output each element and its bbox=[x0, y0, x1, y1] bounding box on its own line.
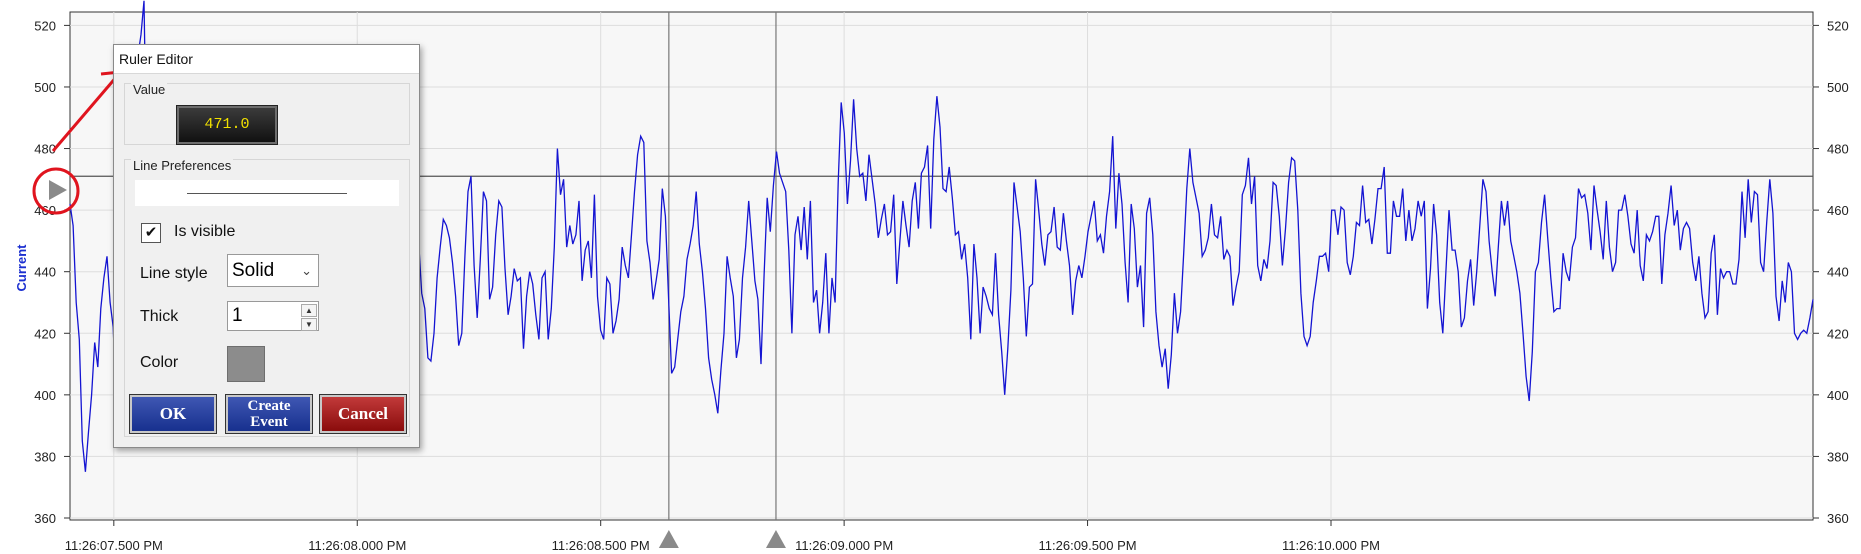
value-group: Value 471.0 bbox=[124, 82, 410, 145]
y-tick-label-left: 500 bbox=[34, 80, 56, 95]
y-tick-label-right: 460 bbox=[1827, 203, 1849, 218]
y-tick-label-left: 420 bbox=[34, 326, 56, 341]
thick-label: Thick bbox=[140, 308, 179, 325]
y-tick-label-right: 380 bbox=[1827, 449, 1849, 464]
ok-button[interactable]: OK bbox=[129, 394, 217, 434]
thick-stepper[interactable]: 1 ▲ ▼ bbox=[227, 301, 319, 331]
ruler-editor-dialog: Ruler Editor Value 471.0 Line Preference… bbox=[113, 44, 420, 448]
y-tick-label-right: 360 bbox=[1827, 511, 1849, 526]
y-tick-label-left: 400 bbox=[34, 388, 56, 403]
line-preview bbox=[135, 180, 399, 206]
value-display: 471.0 bbox=[176, 105, 278, 145]
y-axis-title: Current bbox=[14, 244, 29, 292]
thick-value[interactable]: 1 bbox=[232, 305, 243, 326]
spin-up-icon[interactable]: ▲ bbox=[301, 304, 317, 317]
y-tick-label-right: 500 bbox=[1827, 80, 1849, 95]
y-tick-label-right: 400 bbox=[1827, 388, 1849, 403]
y-axis-right: 360 380 400 420 440 460 480 500 520 bbox=[1813, 18, 1849, 526]
y-tick-label-left: 520 bbox=[34, 18, 56, 33]
cancel-button[interactable]: Cancel bbox=[319, 394, 407, 434]
y-tick-label-right: 420 bbox=[1827, 326, 1849, 341]
is-visible-label: Is visible bbox=[174, 223, 236, 240]
vertical-marker-triangle-icon bbox=[765, 530, 786, 548]
chevron-down-icon[interactable]: ⌄ bbox=[301, 255, 312, 286]
x-tick-label: 11:26:08.000 PM bbox=[308, 538, 406, 553]
line-style-value: Solid bbox=[232, 260, 275, 281]
y-tick-label-left: 360 bbox=[34, 511, 56, 526]
x-tick-label: 11:26:07.500 PM bbox=[65, 538, 163, 553]
x-tick-label: 11:26:09.000 PM bbox=[795, 538, 893, 553]
x-tick-label: 11:26:09.500 PM bbox=[1039, 538, 1137, 553]
x-axis: 11:26:07.500 PM 11:26:08.000 PM 11:26:08.5… bbox=[65, 520, 1380, 553]
color-swatch[interactable] bbox=[227, 346, 265, 382]
create-event-button[interactable]: Create Event bbox=[225, 394, 313, 434]
line-style-label: Line style bbox=[140, 265, 208, 282]
x-tick-label: 11:26:10.000 PM bbox=[1282, 538, 1380, 553]
y-tick-label-left: 380 bbox=[34, 449, 56, 464]
line-style-select[interactable]: Solid ⌄ bbox=[227, 254, 319, 287]
y-axis-left: 360380400420440460480500520 bbox=[34, 18, 70, 526]
y-tick-label-right: 480 bbox=[1827, 142, 1849, 157]
create-event-label-line2: Event bbox=[250, 414, 288, 430]
spin-down-icon[interactable]: ▼ bbox=[301, 318, 317, 331]
color-label: Color bbox=[140, 354, 179, 371]
ruler-handle[interactable] bbox=[49, 180, 67, 200]
value-group-label: Value bbox=[131, 82, 168, 97]
x-tick-label: 11:26:08.500 PM bbox=[552, 538, 650, 553]
vertical-marker-triangle-icon bbox=[658, 530, 679, 548]
is-visible-checkbox[interactable]: ✔ bbox=[141, 223, 161, 243]
y-tick-label-right: 440 bbox=[1827, 265, 1849, 280]
y-tick-label-left: 440 bbox=[34, 265, 56, 280]
create-event-label-line1: Create bbox=[247, 398, 291, 414]
cancel-button-label: Cancel bbox=[337, 404, 389, 423]
y-tick-label-right: 520 bbox=[1827, 18, 1849, 33]
ruler-handle-triangle-icon[interactable] bbox=[49, 180, 67, 200]
dialog-title: Ruler Editor bbox=[114, 45, 419, 74]
ok-button-label: OK bbox=[159, 404, 187, 423]
line-preferences-label: Line Preferences bbox=[131, 158, 234, 173]
